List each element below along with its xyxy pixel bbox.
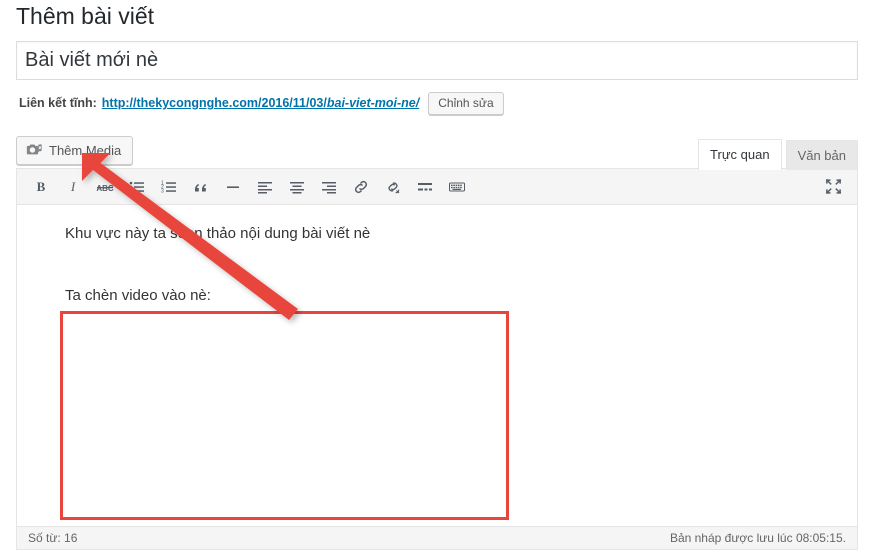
permalink-slug: bai-viet-moi-ne/ — [327, 96, 419, 110]
horizontal-rule-icon[interactable] — [219, 174, 247, 200]
post-title-input[interactable] — [17, 42, 857, 79]
svg-text:ABC: ABC — [96, 184, 114, 193]
post-editor: B I ABC 1 2 — [16, 168, 858, 550]
word-count: Số từ: 16 — [28, 531, 77, 545]
wordpress-post-editor-page: Thêm bài viết Liên kết tĩnh: http://thek… — [0, 0, 871, 555]
align-center-icon[interactable] — [283, 174, 311, 200]
remove-link-icon[interactable] — [379, 174, 407, 200]
edit-permalink-button[interactable]: Chỉnh sửa — [428, 92, 503, 115]
bold-icon[interactable]: B — [27, 174, 55, 200]
editor-paragraph-1: Khu vực này ta soạn thảo nội dung bài vi… — [65, 222, 833, 246]
italic-icon[interactable]: I — [59, 174, 87, 200]
add-media-label: Thêm Media — [49, 143, 121, 158]
editor-content-area[interactable]: Khu vực này ta soạn thảo nội dung bài vi… — [17, 206, 857, 526]
insert-link-icon[interactable] — [347, 174, 375, 200]
draft-saved-status: Bản nháp được lưu lúc 08:05:15. — [670, 531, 846, 545]
strikethrough-icon[interactable]: ABC — [91, 174, 119, 200]
tab-visual[interactable]: Trực quan — [698, 139, 782, 170]
admin-media-icon — [26, 142, 43, 159]
blockquote-icon[interactable] — [187, 174, 215, 200]
bulleted-list-icon[interactable] — [123, 174, 151, 200]
permalink-label: Liên kết tĩnh: — [19, 96, 97, 110]
editor-paragraph-2: Ta chèn video vào nè: — [65, 284, 833, 308]
align-left-icon[interactable] — [251, 174, 279, 200]
align-right-icon[interactable] — [315, 174, 343, 200]
toolbar-toggle-icon[interactable] — [443, 174, 471, 200]
editor-status-bar: Số từ: 16 Bản nháp được lưu lúc 08:05:15… — [17, 526, 857, 549]
numbered-list-icon[interactable]: 1 2 3 — [155, 174, 183, 200]
insert-read-more-icon[interactable] — [411, 174, 439, 200]
tab-text[interactable]: Văn bản — [786, 140, 858, 170]
editor-toolbar: B I ABC 1 2 — [17, 169, 857, 205]
distraction-free-icon[interactable] — [819, 174, 847, 200]
editor-mode-tabs: Trực quan Văn bản — [694, 139, 858, 170]
permalink-row: Liên kết tĩnh: http://thekycongnghe.com/… — [19, 92, 504, 114]
add-media-button[interactable]: Thêm Media — [16, 136, 133, 165]
svg-text:3: 3 — [161, 188, 164, 194]
permalink-link[interactable]: http://thekycongnghe.com/2016/11/03/bai-… — [102, 96, 419, 110]
post-title-field-wrapper[interactable] — [16, 41, 858, 80]
permalink-prefix: http://thekycongnghe.com/2016/11/03/ — [102, 96, 327, 110]
svg-text:I: I — [70, 179, 76, 194]
svg-text:B: B — [37, 179, 46, 194]
page-title: Thêm bài viết — [16, 2, 154, 31]
